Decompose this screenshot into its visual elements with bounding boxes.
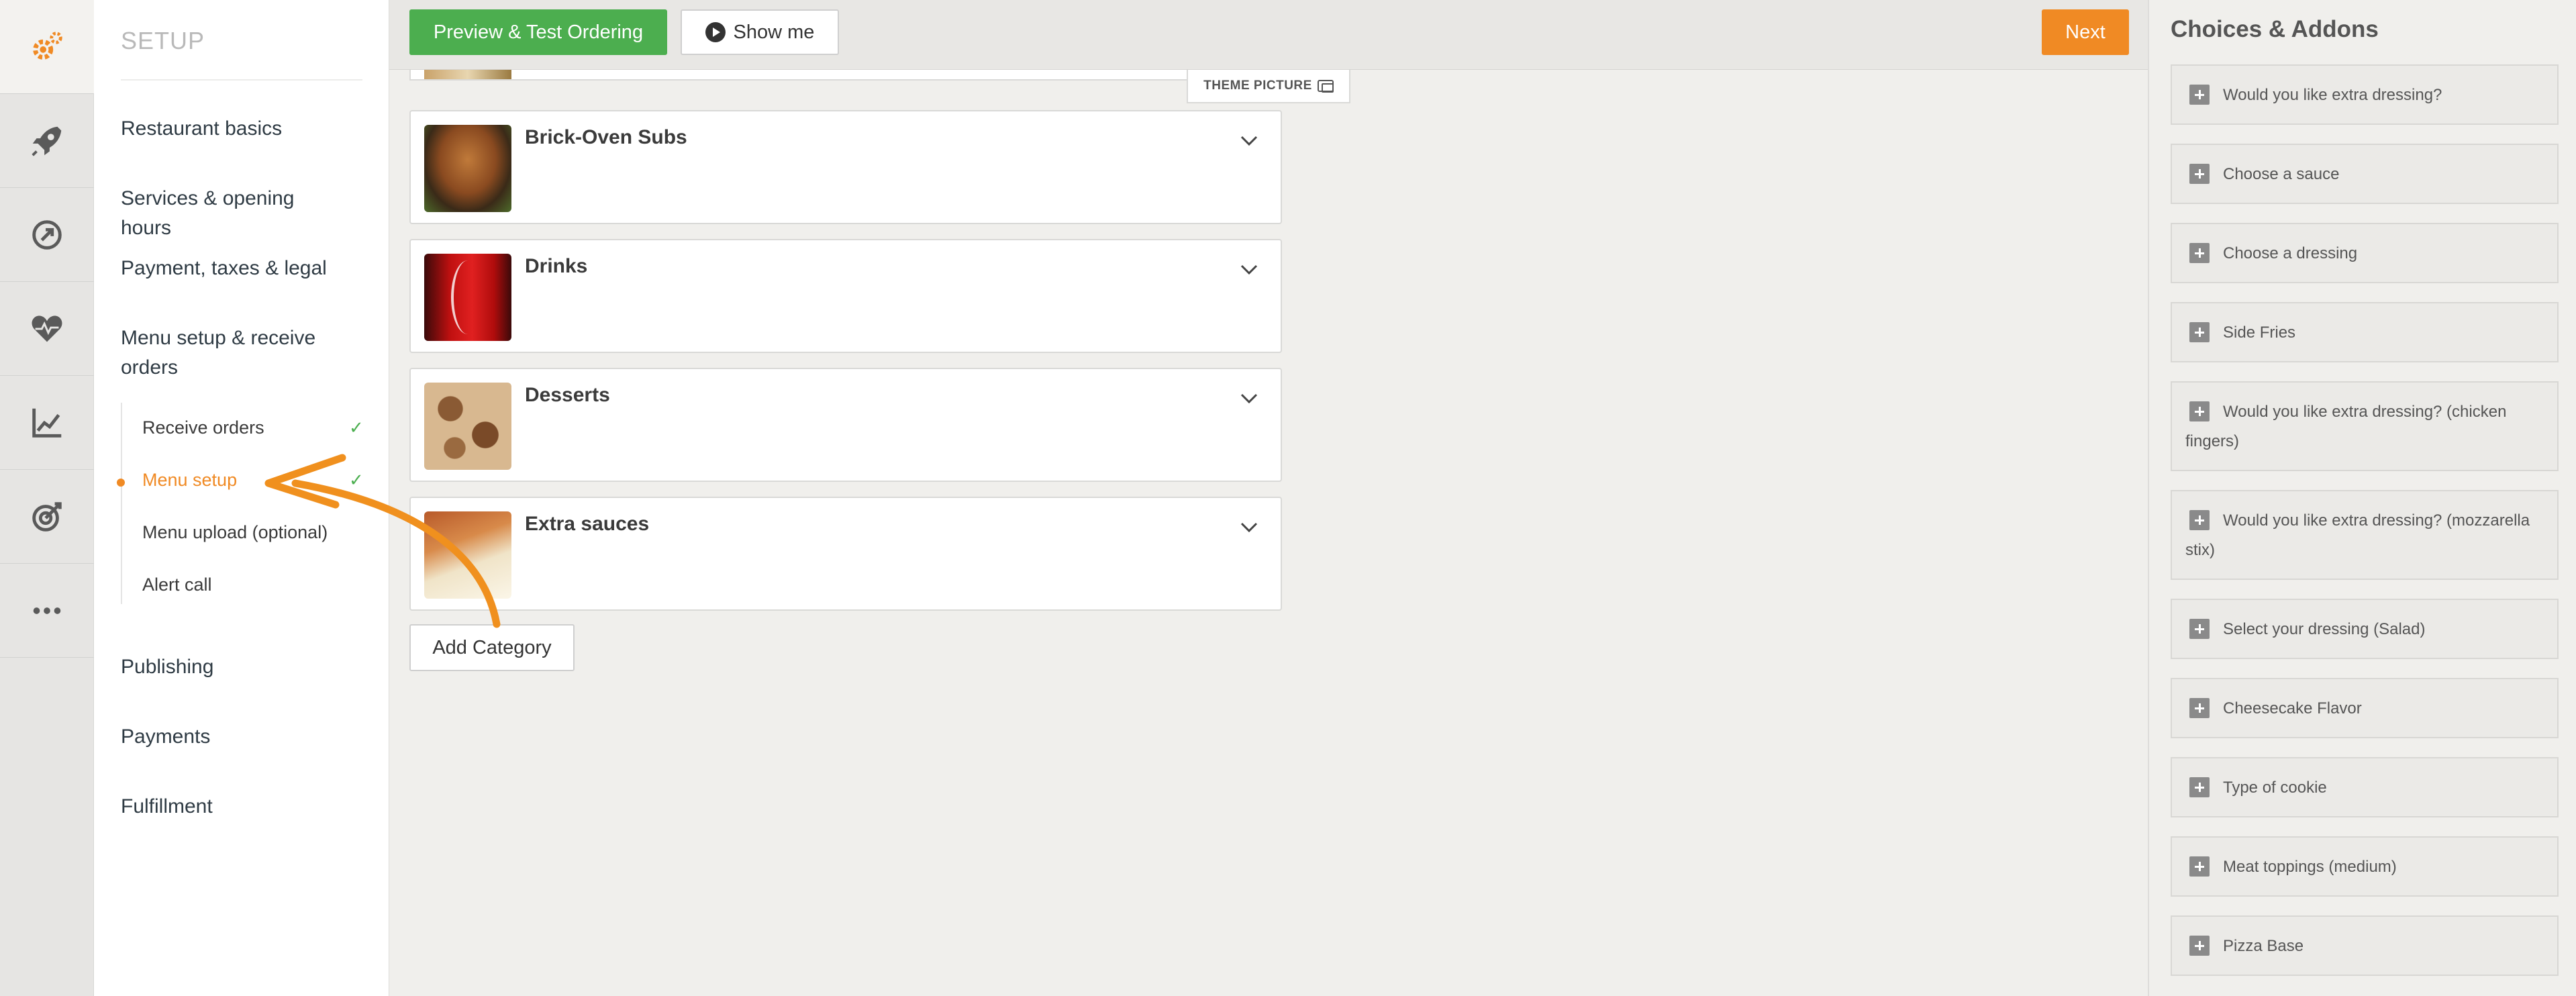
theme-picture-button[interactable]: THEME PICTURE [1187,70,1350,103]
rocket-icon[interactable] [0,94,94,188]
active-dot-icon [117,479,125,487]
chevron-down-icon[interactable] [1238,258,1260,281]
addon-item[interactable]: Meat toppings (medium) [2171,836,2559,897]
addon-item[interactable]: Would you like extra dressing? (mozzarel… [2171,490,2559,580]
addon-label: Would you like extra dressing? [2223,86,2442,104]
plus-icon [2189,163,2210,184]
addon-item[interactable]: Would you like extra dressing? (chicken … [2171,381,2559,471]
plus-icon [2189,84,2210,105]
addon-label: Cheesecake Flavor [2223,699,2362,717]
addon-item[interactable]: Choose a dressing [2171,223,2559,283]
plus-icon [2189,777,2210,797]
category-card[interactable]: Drinks [409,239,1282,353]
sidebar-item-services-opening-hours[interactable]: Services & opening hours [121,184,349,243]
plus-icon [2189,509,2210,530]
check-icon: ✓ [349,470,364,490]
addon-label: Would you like extra dressing? (mozzarel… [2185,511,2530,559]
next-button[interactable]: Next [2042,9,2129,55]
copy-icon [1317,80,1334,93]
addon-label: Choose a sauce [2223,165,2340,183]
subitem-receive-orders[interactable]: Receive orders [142,417,264,438]
partial-category-thumb [424,70,511,79]
chevron-down-icon[interactable] [1238,129,1260,152]
show-me-label: Show me [733,21,815,43]
category-title: Brick-Oven Subs [525,126,687,148]
gears-logo-icon[interactable] [0,0,94,94]
addon-item[interactable]: Choose a sauce [2171,144,2559,204]
sidebar-item-payment-taxes-legal[interactable]: Payment, taxes & legal [121,254,349,283]
category-card[interactable]: Desserts [409,368,1282,482]
dashboard-arrow-icon[interactable] [0,188,94,282]
category-title: Drinks [525,255,588,277]
setup-sidebar: SETUP Restaurant basics Services & openi… [94,0,389,996]
sidebar-item-fulfillment[interactable]: Fulfillment [121,792,349,821]
choices-addons-panel: Choices & Addons Would you like extra dr… [2148,0,2576,996]
check-icon: ✓ [349,417,364,438]
addon-label: Type of cookie [2223,779,2327,797]
sidebar-item-restaurant-basics[interactable]: Restaurant basics [121,114,349,144]
category-thumbnail [424,125,511,212]
chevron-down-icon[interactable] [1238,387,1260,409]
plus-icon [2189,935,2210,956]
addon-label: Side Fries [2223,323,2296,342]
plus-icon [2189,401,2210,421]
addon-item[interactable]: Side Fries [2171,302,2559,362]
addon-label: Meat toppings (medium) [2223,858,2397,876]
sidebar-item-publishing[interactable]: Publishing [121,652,349,682]
addon-item[interactable]: Select your dressing (Salad) [2171,599,2559,659]
addon-item[interactable]: Would you like extra dressing? [2171,64,2559,125]
submenu-line [121,403,122,604]
category-title: Desserts [525,384,610,406]
plus-icon [2189,856,2210,877]
category-thumbnail [424,511,511,599]
theme-picture-label: THEME PICTURE [1203,79,1312,93]
sidebar-title: SETUP [121,27,205,54]
addon-label: Choose a dressing [2223,244,2358,262]
addon-item[interactable]: Type of cookie [2171,757,2559,817]
sidebar-item-payments[interactable]: Payments [121,722,349,752]
sidebar-divider [121,79,362,81]
app-window: SETUP Restaurant basics Services & openi… [0,0,2576,996]
subitem-menu-upload[interactable]: Menu upload (optional) [142,522,328,543]
partial-category-card [409,70,1282,81]
line-chart-icon[interactable] [0,376,94,470]
addon-item[interactable]: Pizza Base [2171,915,2559,976]
plus-icon [2189,697,2210,718]
top-toolbar: Preview & Test Ordering Show me Next [389,0,2148,70]
preview-test-ordering-button[interactable]: Preview & Test Ordering [409,9,667,55]
icon-rail [0,0,94,996]
show-me-button[interactable]: Show me [681,9,839,55]
subitem-menu-setup[interactable]: Menu setup [142,470,237,491]
addon-label: Pizza Base [2223,937,2304,955]
heart-pulse-icon[interactable] [0,282,94,376]
target-icon[interactable] [0,470,94,564]
plus-icon [2189,618,2210,639]
addon-label: Would you like extra dressing? (chicken … [2185,403,2507,450]
category-card[interactable]: Extra sauces [409,497,1282,611]
add-category-button[interactable]: Add Category [409,624,575,671]
subitem-alert-call[interactable]: Alert call [142,575,212,595]
chevron-down-icon[interactable] [1238,515,1260,538]
plus-icon [2189,242,2210,263]
category-card[interactable]: Brick-Oven Subs [409,110,1282,224]
sidebar-item-menu-setup-receive-orders[interactable]: Menu setup & receive orders [121,323,349,383]
menu-categories: THEME PICTURE Brick-Oven Subs Drinks Des… [389,70,2148,996]
category-title: Extra sauces [525,513,650,535]
more-dots-icon[interactable] [0,564,94,658]
category-thumbnail [424,254,511,341]
play-icon [705,22,726,42]
category-thumbnail [424,383,511,470]
plus-icon [2189,321,2210,342]
addon-label: Select your dressing (Salad) [2223,620,2426,638]
addons-title: Choices & Addons [2171,16,2379,42]
addon-item[interactable]: Cheesecake Flavor [2171,678,2559,738]
